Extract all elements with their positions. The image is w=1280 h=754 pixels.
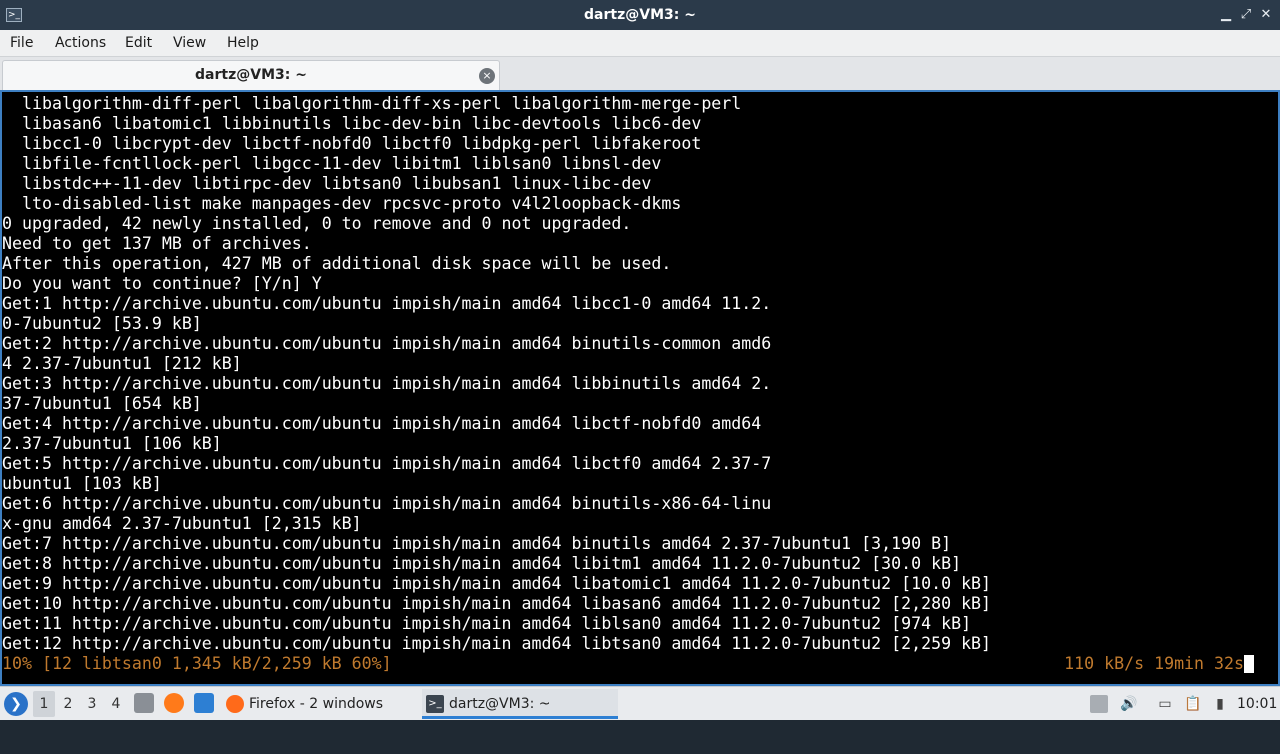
terminal-line: 37-7ubuntu1 [654 kB] — [2, 394, 202, 413]
terminal-line: Get:4 http://archive.ubuntu.com/ubuntu i… — [2, 414, 762, 433]
tab-strip: dartz@VM3: ~ × — [0, 57, 1280, 90]
terminal-line: Get:7 http://archive.ubuntu.com/ubuntu i… — [2, 534, 952, 553]
progress-speed-eta: 110 kB/s 19min 32s — [1064, 654, 1244, 673]
menu-bar: File Actions Edit View Help — [0, 30, 1280, 57]
menu-help[interactable]: Help — [227, 30, 259, 56]
start-menu-icon[interactable]: ❯ — [4, 692, 28, 716]
file-manager-icon[interactable] — [134, 693, 154, 713]
workspace-1[interactable]: 1 — [33, 691, 55, 717]
terminal-line: Get:8 http://archive.ubuntu.com/ubuntu i… — [2, 554, 962, 573]
menu-edit[interactable]: Edit — [125, 30, 152, 56]
window-titlebar[interactable]: >_ dartz@VM3: ~ ▁ ⤢ ✕ — [0, 0, 1280, 30]
terminal-icon: >_ — [426, 695, 444, 713]
terminal-line: 4 2.37-7ubuntu1 [212 kB] — [2, 354, 242, 373]
terminal-line: Get:6 http://archive.ubuntu.com/ubuntu i… — [2, 494, 772, 513]
volume-icon[interactable]: 🔊 — [1120, 695, 1138, 713]
taskbar-item-label: dartz@VM3: ~ — [449, 696, 551, 712]
menu-actions[interactable]: Actions — [55, 30, 106, 56]
terminal-line: libfile-fcntllock-perl libgcc-11-dev lib… — [2, 154, 662, 173]
firefox-launcher-icon[interactable] — [164, 693, 184, 713]
terminal-line: After this operation, 427 MB of addition… — [2, 254, 672, 273]
workspace-2[interactable]: 2 — [57, 691, 79, 717]
window-title: dartz@VM3: ~ — [584, 7, 696, 23]
terminal-line: libcc1-0 libcrypt-dev libctf-nobfd0 libc… — [2, 134, 702, 153]
terminal-line: Get:9 http://archive.ubuntu.com/ubuntu i… — [2, 574, 992, 593]
terminal-line: Get:5 http://archive.ubuntu.com/ubuntu i… — [2, 454, 772, 473]
taskbar: ❯ 1 2 3 4 Firefox - 2 windows >_ dartz@V… — [0, 686, 1280, 720]
terminal-line: ubuntu1 [103 kB] — [2, 474, 162, 493]
tab-terminal[interactable]: dartz@VM3: ~ × — [2, 60, 500, 90]
menu-view[interactable]: View — [173, 30, 206, 56]
terminal-output: libalgorithm-diff-perl libalgorithm-diff… — [2, 94, 1278, 654]
progress-status: 10% [12 libtsan0 1,345 kB/2,259 kB 60%] — [2, 654, 392, 673]
workspace-4[interactable]: 4 — [105, 691, 127, 717]
terminal-line: Get:3 http://archive.ubuntu.com/ubuntu i… — [2, 374, 772, 393]
clipboard-icon[interactable]: 📋 — [1184, 695, 1202, 713]
terminal-line: lto-disabled-list make manpages-dev rpcs… — [2, 194, 682, 213]
tab-close-icon[interactable]: × — [479, 68, 495, 84]
show-desktop-icon[interactable] — [194, 693, 214, 713]
taskbar-item-firefox[interactable]: Firefox - 2 windows — [222, 689, 418, 719]
terminal-line: 0-7ubuntu2 [53.9 kB] — [2, 314, 202, 333]
updates-tray-icon[interactable] — [1090, 695, 1108, 713]
tab-label: dartz@VM3: ~ — [195, 67, 307, 83]
terminal-line: libalgorithm-diff-perl libalgorithm-diff… — [2, 94, 742, 113]
terminal-line: 2.37-7ubuntu1 [106 kB] — [2, 434, 222, 453]
terminal-line: Get:2 http://archive.ubuntu.com/ubuntu i… — [2, 334, 772, 353]
terminal-cursor — [1244, 655, 1254, 673]
minimize-button[interactable]: ▁ — [1218, 6, 1234, 24]
close-window-button[interactable]: ✕ — [1258, 6, 1274, 24]
taskbar-item-terminal[interactable]: >_ dartz@VM3: ~ — [422, 689, 618, 719]
terminal-line: Get:11 http://archive.ubuntu.com/ubuntu … — [2, 614, 972, 633]
battery-icon[interactable]: ▮ — [1211, 695, 1229, 713]
apt-progress-line: 10% [12 libtsan0 1,345 kB/2,259 kB 60%] … — [2, 654, 1278, 674]
terminal-line: Get:10 http://archive.ubuntu.com/ubuntu … — [2, 594, 992, 613]
terminal-line: Need to get 137 MB of archives. — [2, 234, 312, 253]
terminal-line: Do you want to continue? [Y/n] Y — [2, 274, 322, 293]
terminal-line: libstdc++-11-dev libtirpc-dev libtsan0 l… — [2, 174, 652, 193]
terminal-line: libasan6 libatomic1 libbinutils libc-dev… — [2, 114, 702, 133]
firefox-icon — [226, 695, 244, 713]
maximize-button[interactable]: ⤢ — [1238, 6, 1254, 24]
terminal-line: Get:1 http://archive.ubuntu.com/ubuntu i… — [2, 294, 772, 313]
taskbar-item-label: Firefox - 2 windows — [249, 696, 384, 712]
workspace-3[interactable]: 3 — [81, 691, 103, 717]
terminal-line: Get:12 http://archive.ubuntu.com/ubuntu … — [2, 634, 992, 653]
terminal-view[interactable]: libalgorithm-diff-perl libalgorithm-diff… — [0, 90, 1280, 686]
clock[interactable]: 10:01 — [1237, 687, 1277, 721]
menu-file[interactable]: File — [10, 30, 33, 56]
terminal-line: x-gnu amd64 2.37-7ubuntu1 [2,315 kB] — [2, 514, 362, 533]
terminal-line: 0 upgraded, 42 newly installed, 0 to rem… — [2, 214, 632, 233]
display-icon[interactable]: ▭ — [1156, 695, 1174, 713]
